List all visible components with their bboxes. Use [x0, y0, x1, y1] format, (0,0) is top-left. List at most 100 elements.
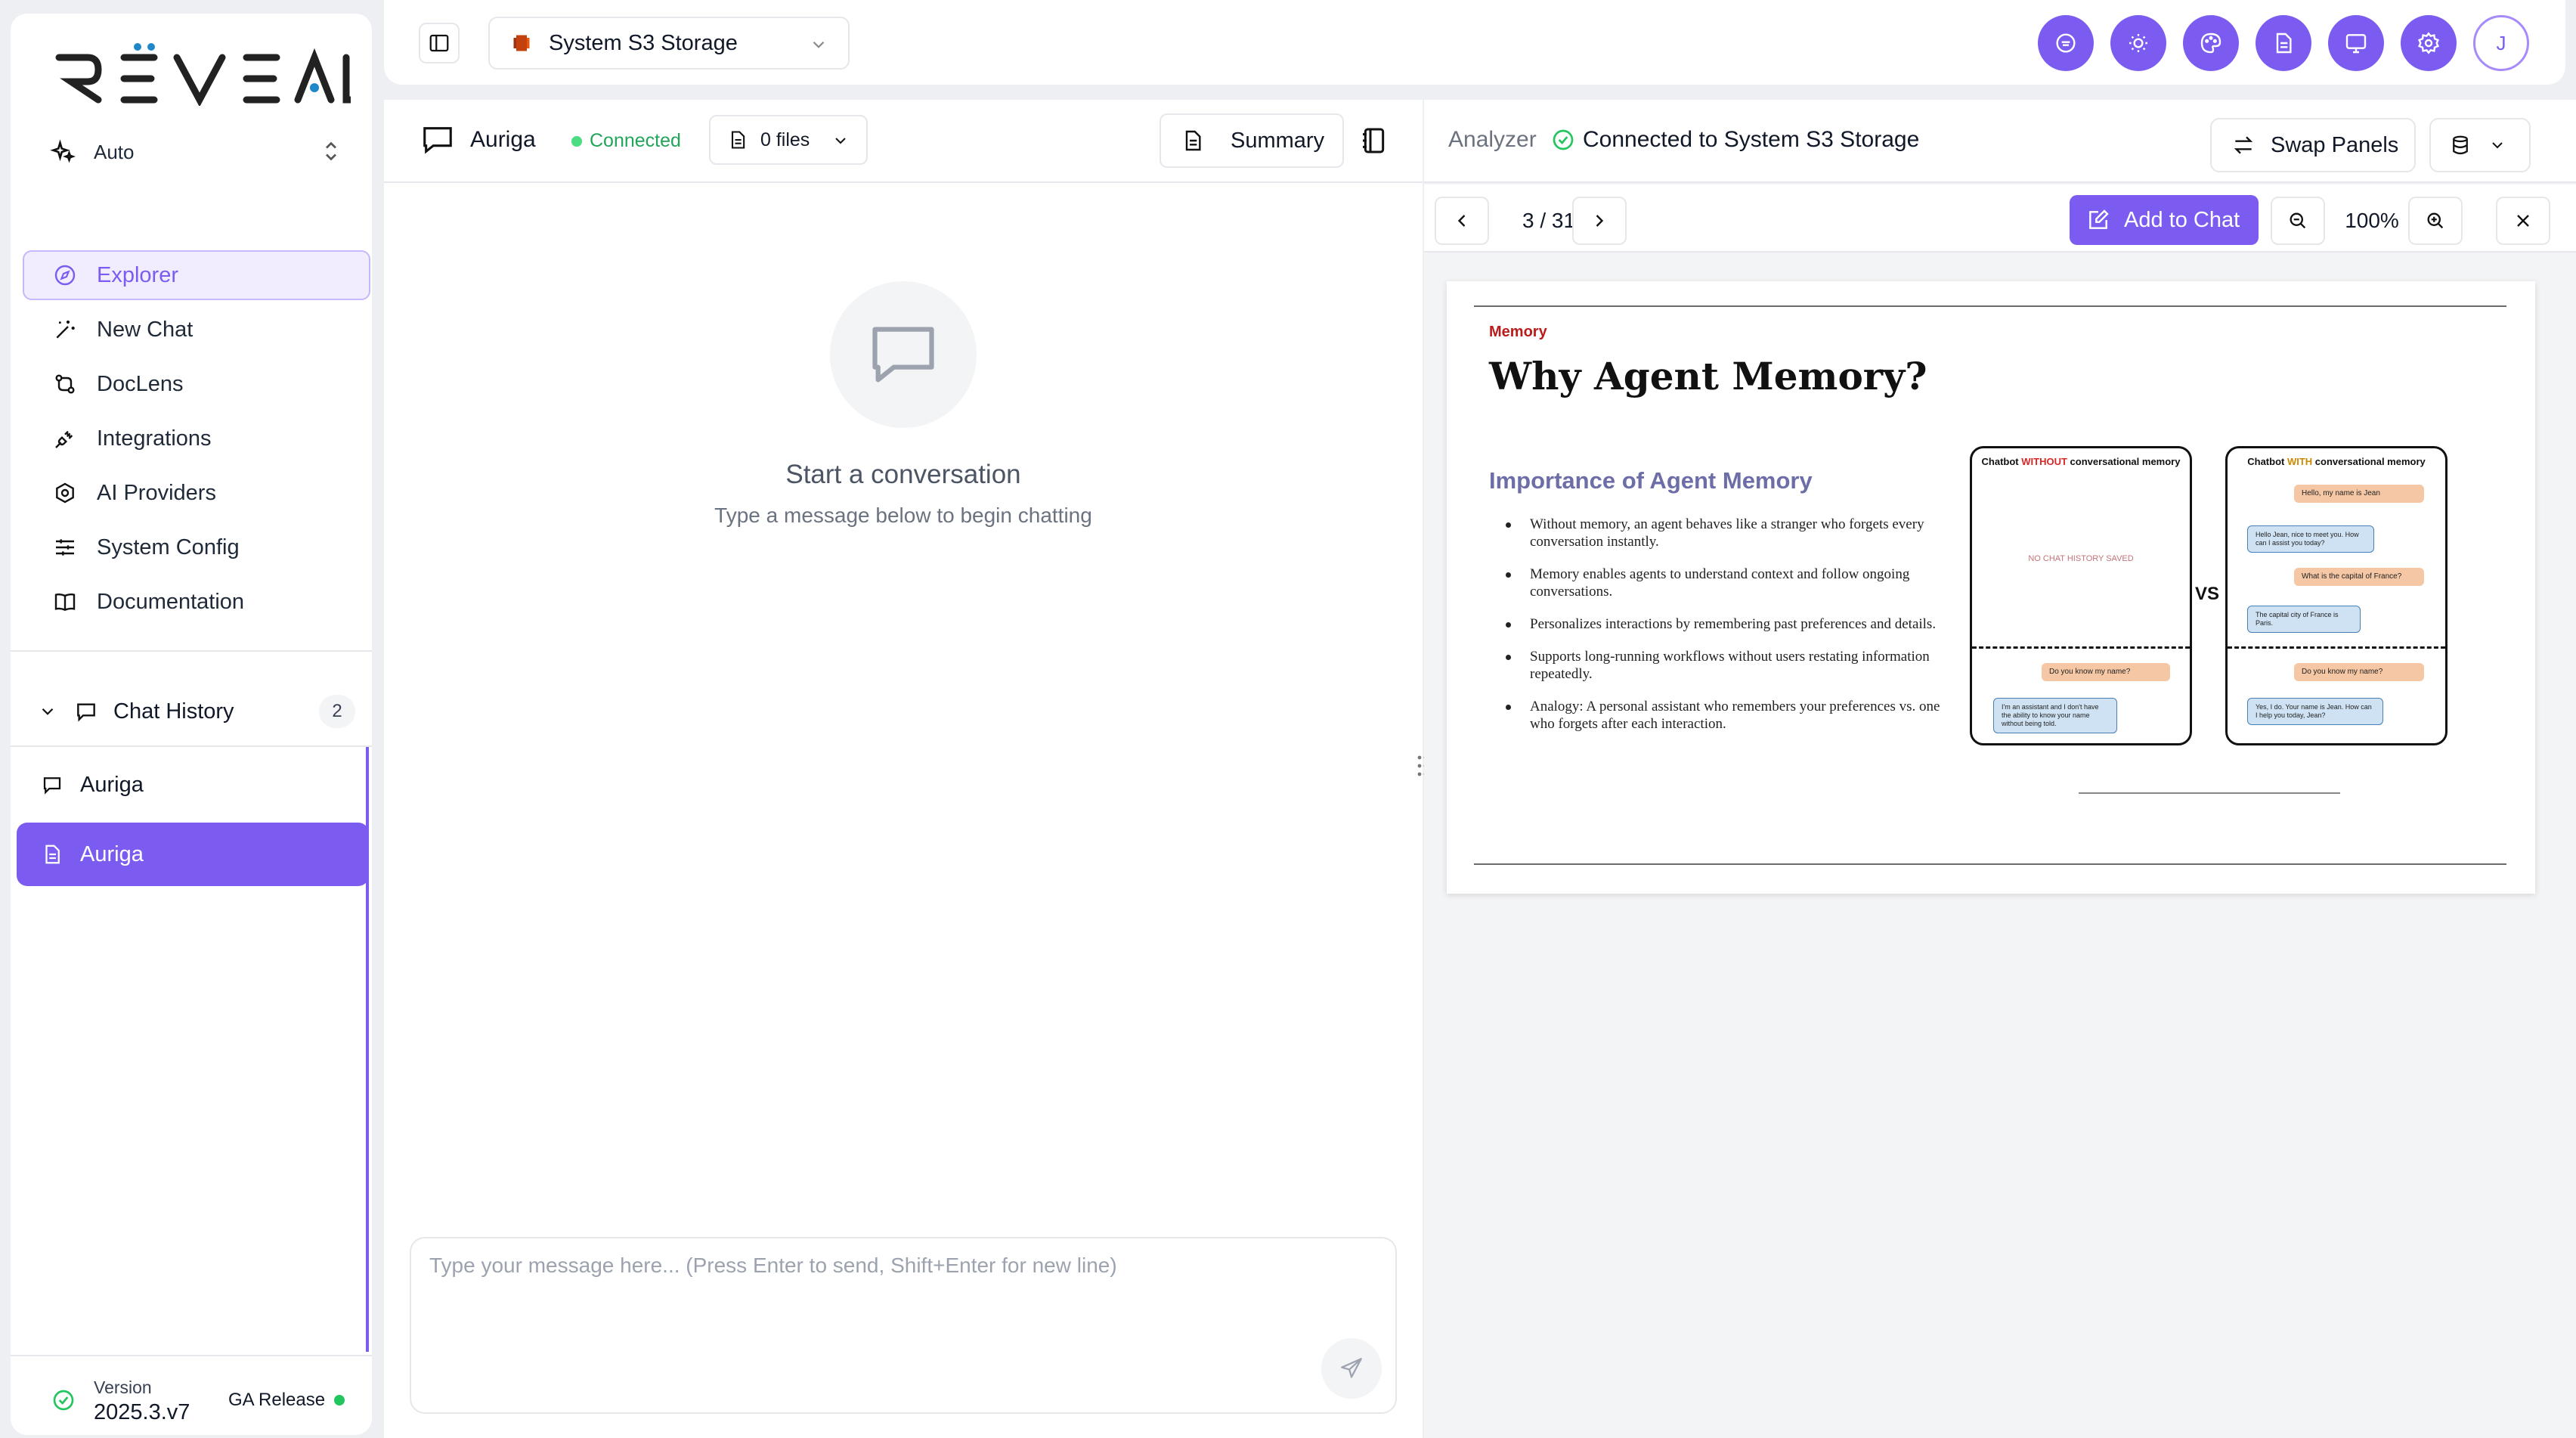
swap-panels-button[interactable]: Swap Panels	[2210, 118, 2416, 172]
message-square-icon	[423, 127, 452, 154]
file-text-icon	[2276, 33, 2292, 54]
send-icon	[1341, 1358, 1362, 1378]
slide-title: Why Agent Memory?	[1489, 354, 1927, 398]
nav-label: Integrations	[97, 426, 212, 451]
nav-item-documentation[interactable]: Documentation	[23, 577, 370, 627]
history-item-active[interactable]: Auriga	[17, 823, 369, 886]
sparkles-icon	[50, 139, 76, 163]
nav-item-ai-providers[interactable]: AI Providers	[23, 468, 370, 518]
mode-select[interactable]: Auto	[50, 133, 345, 171]
slide-bullets: Without memory, an agent behaves like a …	[1489, 516, 1943, 748]
gear-icon	[2418, 32, 2439, 54]
user-bubble: What is the capital of France?	[2294, 568, 2424, 586]
summary-button[interactable]: Summary	[1160, 113, 1344, 168]
empty-state-illustration	[830, 281, 977, 428]
user-avatar[interactable]: J	[2473, 15, 2529, 71]
monitor-message-icon	[2345, 34, 2367, 54]
database-icon	[2453, 135, 2468, 155]
figure-caption-line	[2079, 792, 2340, 794]
user-bubble: Do you know my name?	[2042, 663, 2170, 681]
messages-button[interactable]	[2328, 15, 2384, 71]
document-button[interactable]	[2256, 15, 2311, 71]
bot-bubble: Hello Jean, nice to meet you. How can I …	[2247, 525, 2374, 553]
document-toolbar: 3 / 31 Add to Chat 100%	[1424, 184, 2576, 253]
chat-panel: Auriga Connected 0 files Summary Start a…	[384, 100, 1423, 1438]
chat-history-count: 2	[319, 695, 355, 728]
chevron-right-icon	[1596, 215, 1604, 227]
check-circle-icon	[53, 1390, 74, 1411]
slide-kicker: Memory	[1489, 324, 1547, 340]
connection-status: Connected	[571, 130, 681, 152]
chat-history-toggle[interactable]: Chat History 2	[38, 690, 355, 733]
analyzer-label: Analyzer	[1448, 127, 1537, 152]
user-bubble: Hello, my name is Jean	[2294, 485, 2424, 503]
slide-bullet: Without memory, an agent behaves like a …	[1489, 516, 1943, 550]
files-dropdown[interactable]: 0 files	[709, 115, 868, 165]
zoom-out-button[interactable]	[2271, 197, 2325, 245]
sidebar-toggle-button[interactable]	[419, 23, 460, 64]
storage-select[interactable]: System S3 Storage	[488, 17, 850, 70]
nav-item-doclens[interactable]: DocLens	[23, 359, 370, 409]
bot-bubble: The capital city of France is Paris.	[2247, 606, 2361, 633]
chat-bubble-button[interactable]	[2038, 15, 2094, 71]
nav-item-system-config[interactable]: System Config	[23, 522, 370, 572]
brand-logo[interactable]	[48, 38, 372, 107]
close-document-button[interactable]	[2496, 197, 2550, 245]
close-icon	[2517, 215, 2529, 227]
phone-title: Chatbot WITH conversational memory	[2247, 456, 2426, 467]
empty-state-subtitle: Type a message below to begin chatting	[714, 504, 1092, 527]
slide-bullet: Personalizes interactions by remembering…	[1489, 615, 1943, 633]
notebook-icon[interactable]	[1359, 126, 1389, 156]
slide-bullet: Analogy: A personal assistant who rememb…	[1489, 698, 1943, 733]
user-bubble: Do you know my name?	[2294, 663, 2424, 681]
add-to-chat-button[interactable]: Add to Chat	[2070, 195, 2259, 245]
analyzer-status: Connected to System S3 Storage	[1551, 127, 1919, 153]
database-dropdown[interactable]	[2429, 118, 2531, 172]
settings-button[interactable]	[2401, 15, 2457, 71]
slide-top-rule	[1474, 305, 2506, 307]
file-text-icon	[1185, 130, 1201, 151]
swap-panels-label: Swap Panels	[2271, 132, 2399, 157]
version-label: Version	[94, 1378, 152, 1397]
square-pen-icon	[2089, 209, 2109, 229]
nav-item-integrations[interactable]: Integrations	[23, 414, 370, 463]
prev-page-button[interactable]	[1435, 197, 1489, 245]
s3-bucket-icon	[513, 35, 530, 51]
document-page: Memory Why Agent Memory? Importance of A…	[1447, 281, 2535, 894]
phone-title: Chatbot WITHOUT conversational memory	[1981, 456, 2181, 467]
palette-button[interactable]	[2183, 15, 2239, 71]
chevron-down-icon	[2492, 142, 2503, 149]
chat-title: Auriga	[420, 122, 536, 157]
theme-button[interactable]	[2110, 15, 2166, 71]
chat-history-title: Chat History	[113, 699, 234, 724]
chevron-up-down-icon	[326, 141, 336, 161]
zoom-in-icon	[2427, 212, 2444, 229]
chat-bubble-icon	[2056, 33, 2076, 53]
nav-item-explorer[interactable]: Explorer	[23, 250, 370, 300]
zoom-in-button[interactable]	[2408, 197, 2463, 245]
hexagon-icon	[56, 482, 74, 504]
message-input[interactable]	[429, 1254, 1321, 1382]
check-circle-icon	[1553, 129, 1574, 150]
swap-icon	[2234, 136, 2253, 154]
phone-divider	[2228, 646, 2445, 649]
vs-label: VS	[2195, 584, 2220, 604]
plug-icon	[55, 430, 73, 448]
phone-divider	[1972, 646, 2190, 649]
history-item[interactable]: Auriga	[17, 753, 366, 817]
release-status-dot	[334, 1395, 345, 1405]
slide-bullet: Supports long-running workflows without …	[1489, 648, 1943, 683]
version-info: Version 2025.3.v7 GA Release	[44, 1373, 361, 1426]
chat-history-divider	[11, 745, 372, 747]
nav-item-new-chat[interactable]: New Chat	[23, 305, 370, 355]
sun-icon	[2129, 34, 2147, 52]
history-item-label: Auriga	[80, 841, 144, 866]
panel-left-icon	[429, 34, 449, 52]
chevron-down-icon	[835, 138, 846, 144]
status-dot	[571, 135, 582, 147]
magic-wand-icon	[56, 321, 75, 339]
analyzer-panel: Analyzer Connected to System S3 Storage …	[1424, 100, 2576, 1438]
message-composer	[410, 1237, 1397, 1414]
next-page-button[interactable]	[1572, 197, 1627, 245]
send-button[interactable]	[1321, 1338, 1382, 1399]
